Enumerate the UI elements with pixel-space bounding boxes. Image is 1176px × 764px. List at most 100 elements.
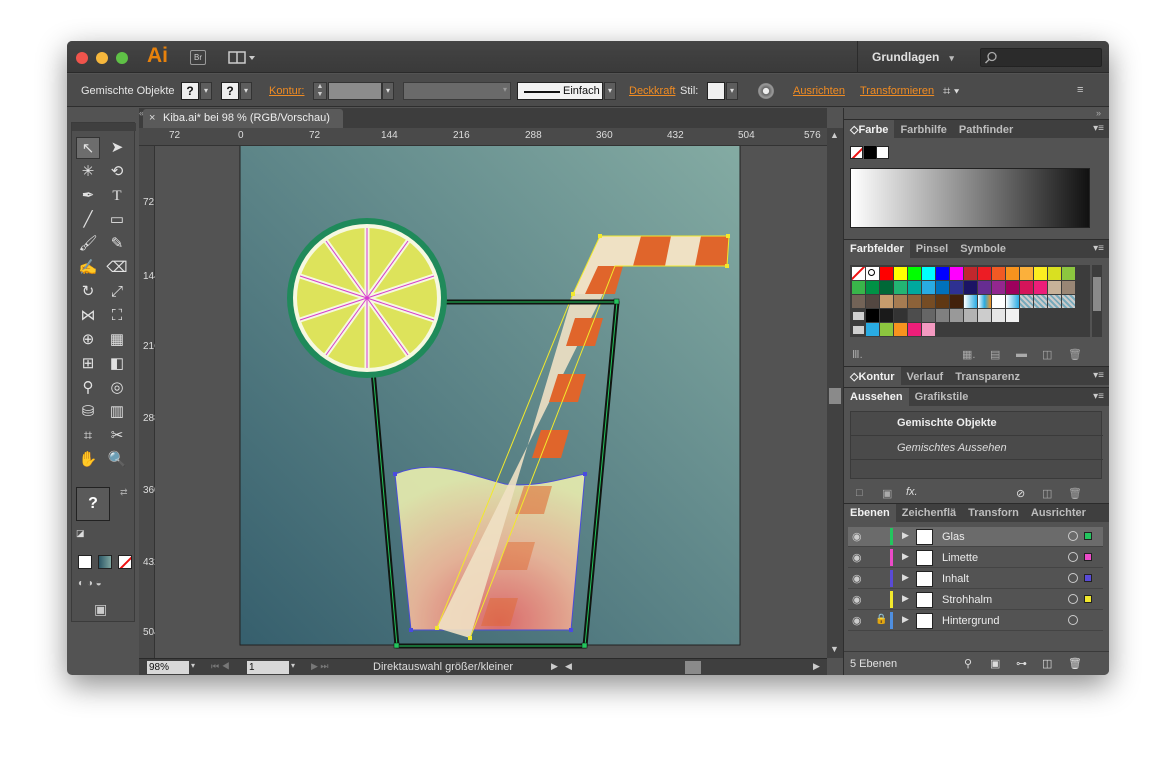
add-stroke-icon[interactable]: □ [856, 487, 863, 499]
swatch-scrollbar[interactable] [1092, 265, 1102, 337]
tab-transformieren[interactable]: Transforn [962, 504, 1025, 523]
panel-menu-icon[interactable]: ▾≡ [1093, 370, 1104, 381]
swatch[interactable] [866, 295, 879, 308]
swatch[interactable] [1062, 295, 1075, 308]
swap-fill-stroke-icon[interactable]: ⇄ [120, 487, 128, 498]
column-graph-tool-icon[interactable]: ▥ [105, 401, 129, 423]
expand-triangle-icon[interactable]: ▶ [902, 593, 909, 604]
panel-menu-icon[interactable]: ▾≡ [1093, 391, 1104, 402]
collapse-panels-icon[interactable]: » [1096, 108, 1101, 118]
expand-triangle-icon[interactable]: ▶ [902, 572, 909, 583]
swatch[interactable] [1006, 281, 1019, 294]
layer-row[interactable]: ◉ 🔒 ▶ Hintergrund [848, 611, 1103, 631]
swatch[interactable] [852, 267, 865, 280]
swatch[interactable] [852, 281, 865, 294]
layer-name[interactable]: Hintergrund [942, 615, 999, 627]
target-icon[interactable] [1068, 552, 1078, 562]
fill-indicator[interactable]: ? [181, 82, 199, 100]
search-input[interactable] [980, 48, 1102, 67]
brush-definition[interactable]: Einfach [517, 82, 603, 100]
tab-kontur[interactable]: ◇Kontur [844, 367, 901, 386]
expand-triangle-icon[interactable]: ▶ [902, 614, 909, 625]
tab-farbhilfe[interactable]: Farbhilfe [894, 121, 952, 140]
brush-dropdown[interactable]: ▾ [604, 82, 616, 100]
tab-farbe[interactable]: ◇Farbe [844, 120, 895, 139]
ruler-vertical[interactable]: 72 144 216 288 360 432 504 [139, 146, 160, 658]
swatch[interactable] [1048, 267, 1061, 280]
selection-indicator[interactable] [1084, 532, 1092, 540]
tab-transparenz[interactable]: Transparenz [949, 368, 1026, 387]
swatch[interactable] [1048, 281, 1061, 294]
swatch[interactable] [992, 309, 1005, 322]
visibility-eye-icon[interactable]: ◉ [852, 593, 862, 606]
panel-menu-icon[interactable]: ▾≡ [1093, 243, 1104, 254]
direct-selection-tool-icon[interactable]: ➤ [105, 137, 129, 159]
status-menu-icon[interactable]: ▶ [551, 661, 558, 672]
tab-verlauf[interactable]: Verlauf [901, 368, 950, 387]
none-mode-icon[interactable] [118, 555, 132, 569]
swatch-library-icon[interactable]: Ⅲ. [852, 348, 863, 361]
swatch[interactable] [1034, 295, 1047, 308]
delete-swatch-icon[interactable]: 🗑 [1068, 348, 1082, 361]
swatch[interactable] [1020, 295, 1033, 308]
pencil-tool-icon[interactable]: ✎ [105, 233, 129, 255]
arrange-documents-button[interactable] [227, 50, 259, 65]
minimize-window-icon[interactable] [96, 52, 108, 64]
ruler-horizontal[interactable]: 72 0 72 144 216 288 360 432 504 576 [139, 128, 827, 146]
tab-grafikstile[interactable]: Grafikstile [909, 388, 975, 407]
make-clipping-mask-icon[interactable]: ▣ [990, 657, 1000, 670]
swatch[interactable] [1034, 267, 1047, 280]
swatch[interactable] [978, 267, 991, 280]
scroll-down-icon[interactable]: ▼ [830, 644, 839, 654]
swatch[interactable] [1020, 281, 1033, 294]
visibility-eye-icon[interactable]: ◉ [852, 530, 862, 543]
target-icon[interactable] [1068, 615, 1078, 625]
rotate-tool-icon[interactable]: ↻ [76, 281, 100, 303]
visibility-eye-icon[interactable]: ◉ [852, 614, 862, 627]
swatch[interactable] [866, 323, 879, 336]
swatch[interactable] [866, 281, 879, 294]
panel-menu-icon[interactable]: ▾≡ [1093, 123, 1104, 134]
swatch[interactable] [866, 267, 879, 280]
swatch[interactable] [978, 309, 991, 322]
swatch[interactable] [964, 281, 977, 294]
artboard-field[interactable]: 1 [247, 661, 289, 674]
swatch[interactable] [922, 295, 935, 308]
paintbrush-tool-icon[interactable]: 🖌 [76, 233, 100, 255]
layer-name[interactable]: Glas [942, 531, 965, 543]
scroll-up-icon[interactable]: ▲ [830, 130, 839, 140]
lock-icon[interactable]: 🔒 [875, 614, 887, 625]
tab-aussehen[interactable]: Aussehen [844, 388, 909, 407]
swatch[interactable] [866, 309, 879, 322]
stroke-weight-input[interactable] [328, 82, 382, 100]
show-swatch-kinds-icon[interactable]: ▦. [962, 348, 975, 361]
default-fill-stroke-icon[interactable]: ◪ [76, 528, 85, 539]
selection-indicator[interactable] [1084, 574, 1092, 582]
swatch[interactable] [936, 295, 949, 308]
blob-brush-tool-icon[interactable]: ✍ [76, 257, 100, 279]
swatch[interactable] [880, 309, 893, 322]
swatch[interactable] [894, 267, 907, 280]
swatch[interactable] [964, 295, 977, 308]
width-tool-icon[interactable]: ⋈ [76, 305, 100, 327]
tab-pinsel[interactable]: Pinsel [910, 240, 954, 259]
swatch[interactable] [908, 267, 921, 280]
swatch-options-icon[interactable]: ▤ [990, 348, 1000, 361]
new-color-group-icon[interactable]: ▬ [1016, 348, 1027, 360]
appearance-title[interactable]: Gemischte Objekte [851, 412, 1103, 436]
zoom-window-icon[interactable] [116, 52, 128, 64]
style-dropdown[interactable]: ▾ [726, 82, 738, 100]
scroll-thumb[interactable] [829, 388, 841, 404]
swatch[interactable] [1048, 295, 1061, 308]
perspective-grid-tool-icon[interactable]: ▦ [105, 329, 129, 351]
zoom-field[interactable]: 98% [147, 661, 189, 674]
type-tool-icon[interactable]: T [105, 185, 129, 207]
duplicate-item-icon[interactable]: ◫ [1042, 487, 1052, 500]
slice-tool-icon[interactable]: ✂ [105, 425, 129, 447]
swatch[interactable] [978, 295, 991, 308]
transformieren-link[interactable]: Transformieren [860, 85, 934, 97]
zoom-dropdown-icon[interactable]: ▾ [191, 661, 195, 670]
swatch[interactable] [936, 281, 949, 294]
magic-wand-tool-icon[interactable]: ✳ [76, 161, 100, 183]
status-info[interactable]: Direktauswahl größer/kleiner [373, 661, 513, 673]
